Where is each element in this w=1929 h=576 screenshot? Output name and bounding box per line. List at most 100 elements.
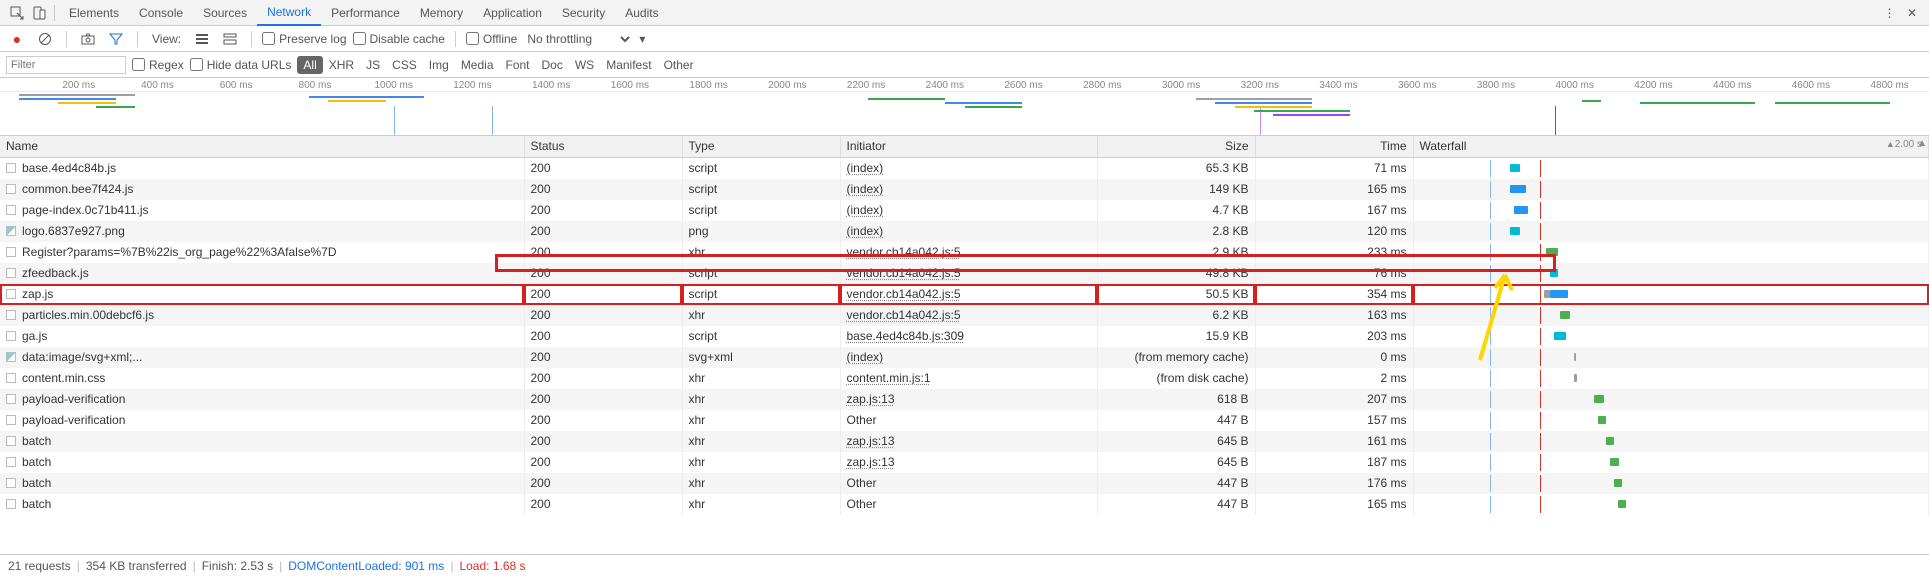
table-row[interactable]: payload-verification200xhrOther447 B157 … [0,410,1929,431]
col-size[interactable]: Size [1097,136,1255,157]
tab-performance[interactable]: Performance [321,0,410,26]
cell-initiator[interactable]: vendor.cb14a042.js:5 [840,305,1097,326]
cell-size: 2.9 KB [1097,242,1255,263]
tab-application[interactable]: Application [473,0,552,26]
cell-initiator[interactable]: content.min.js:1 [840,368,1097,389]
tab-elements[interactable]: Elements [59,0,129,26]
filter-type-ws[interactable]: WS [569,56,600,74]
col-initiator[interactable]: Initiator [840,136,1097,157]
tab-audits[interactable]: Audits [615,0,668,26]
file-icon [6,163,16,173]
col-waterfall[interactable]: Waterfall2.00 s▲ [1413,136,1929,157]
filter-toggle-button[interactable] [105,28,127,50]
filter-type-doc[interactable]: Doc [536,56,569,74]
cell-type: png [682,221,840,242]
table-row[interactable]: batch200xhrOther447 B165 ms [0,494,1929,515]
timeline-tick: 1000 ms [374,80,412,91]
capture-screenshot-button[interactable] [77,28,99,50]
table-row[interactable]: data:image/svg+xml;...200svg+xml(index)(… [0,347,1929,368]
cell-initiator[interactable]: (index) [840,200,1097,221]
cell-initiator[interactable]: base.4ed4c84b.js:309 [840,326,1097,347]
tab-security[interactable]: Security [552,0,615,26]
table-row[interactable]: batch200xhrOther447 B176 ms [0,473,1929,494]
table-row[interactable]: page-index.0c71b411.js200script(index)4.… [0,200,1929,221]
cell-initiator[interactable]: vendor.cb14a042.js:5 [840,284,1097,305]
table-row[interactable]: logo.6837e927.png200png(index)2.8 KB120 … [0,221,1929,242]
timeline-tick: 2400 ms [926,80,964,91]
cell-status: 200 [524,305,682,326]
cell-initiator[interactable]: zap.js:13 [840,452,1097,473]
disable-cache-checkbox[interactable]: Disable cache [353,32,445,46]
cell-name: zap.js [0,284,524,305]
timeline-overview[interactable]: 200 ms400 ms600 ms800 ms1000 ms1200 ms14… [0,78,1929,136]
cell-initiator[interactable]: (index) [840,347,1097,368]
large-rows-button[interactable] [191,28,213,50]
record-button[interactable]: ● [6,28,28,50]
sort-asc-icon: ▲ [1886,139,1895,149]
cell-initiator[interactable]: (index) [840,221,1097,242]
cell-initiator[interactable]: vendor.cb14a042.js:5 [840,242,1097,263]
cell-type: xhr [682,410,840,431]
filter-type-js[interactable]: JS [360,56,386,74]
timeline-tick: 200 ms [62,80,95,91]
table-row[interactable]: content.min.css200xhrcontent.min.js:1(fr… [0,368,1929,389]
close-icon[interactable]: ✕ [1901,2,1923,24]
table-row[interactable]: particles.min.00debcf6.js200xhrvendor.cb… [0,305,1929,326]
table-row[interactable]: zfeedback.js200scriptvendor.cb14a042.js:… [0,263,1929,284]
regex-checkbox[interactable]: Regex [132,58,184,72]
filter-type-css[interactable]: CSS [386,56,423,74]
col-status[interactable]: Status [524,136,682,157]
cell-name: base.4ed4c84b.js [0,157,524,179]
device-icon[interactable] [28,2,50,24]
timeline-tick: 4800 ms [1870,80,1908,91]
cell-initiator[interactable]: zap.js:13 [840,389,1097,410]
tab-memory[interactable]: Memory [410,0,473,26]
cell-size: 447 B [1097,473,1255,494]
col-name[interactable]: Name [0,136,524,157]
preserve-log-checkbox[interactable]: Preserve log [262,32,346,46]
overview-toggle-button[interactable] [219,28,241,50]
hide-data-urls-checkbox[interactable]: Hide data URLs [190,58,292,72]
inspect-icon[interactable] [6,2,28,24]
tab-network[interactable]: Network [257,0,321,26]
filter-type-xhr[interactable]: XHR [323,56,360,74]
cell-name: page-index.0c71b411.js [0,200,524,221]
cell-name: logo.6837e927.png [0,221,524,242]
filter-type-manifest[interactable]: Manifest [600,56,657,74]
col-type[interactable]: Type [682,136,840,157]
cell-initiator: Other [840,410,1097,431]
cell-initiator[interactable]: zap.js:13 [840,431,1097,452]
filter-type-font[interactable]: Font [500,56,536,74]
cell-initiator[interactable]: (index) [840,157,1097,179]
cell-initiator[interactable]: (index) [840,179,1097,200]
table-row[interactable]: common.bee7f424.js200script(index)149 KB… [0,179,1929,200]
filter-type-media[interactable]: Media [455,56,500,74]
filter-type-other[interactable]: Other [658,56,700,74]
filter-input[interactable] [6,56,126,74]
timeline-tick: 400 ms [141,80,174,91]
cell-name: ga.js [0,326,524,347]
table-row[interactable]: Register?params=%7B%22is_org_page%22%3Af… [0,242,1929,263]
tab-console[interactable]: Console [129,0,193,26]
table-row[interactable]: zap.js200scriptvendor.cb14a042.js:550.5 … [0,284,1929,305]
table-row[interactable]: ga.js200scriptbase.4ed4c84b.js:30915.9 K… [0,326,1929,347]
more-icon[interactable]: ⋮ [1879,2,1901,24]
scroll-up-icon[interactable]: ▲ [1917,138,1927,149]
col-time[interactable]: Time [1255,136,1413,157]
clear-button[interactable] [34,28,56,50]
filter-type-all[interactable]: All [297,56,322,74]
table-row[interactable]: payload-verification200xhrzap.js:13618 B… [0,389,1929,410]
table-row[interactable]: batch200xhrzap.js:13645 B161 ms [0,431,1929,452]
tab-sources[interactable]: Sources [193,0,257,26]
cell-time: 354 ms [1255,284,1413,305]
cell-size: 645 B [1097,452,1255,473]
filter-type-img[interactable]: Img [423,56,455,74]
table-row[interactable]: batch200xhrzap.js:13645 B187 ms [0,452,1929,473]
cell-type: xhr [682,494,840,515]
cell-initiator[interactable]: vendor.cb14a042.js:5 [840,263,1097,284]
throttling-select[interactable]: No throttling [523,31,633,47]
table-row[interactable]: base.4ed4c84b.js200script(index)65.3 KB7… [0,157,1929,179]
file-icon [6,226,16,236]
timeline-tick: 3600 ms [1398,80,1436,91]
offline-checkbox[interactable]: Offline [466,32,517,46]
